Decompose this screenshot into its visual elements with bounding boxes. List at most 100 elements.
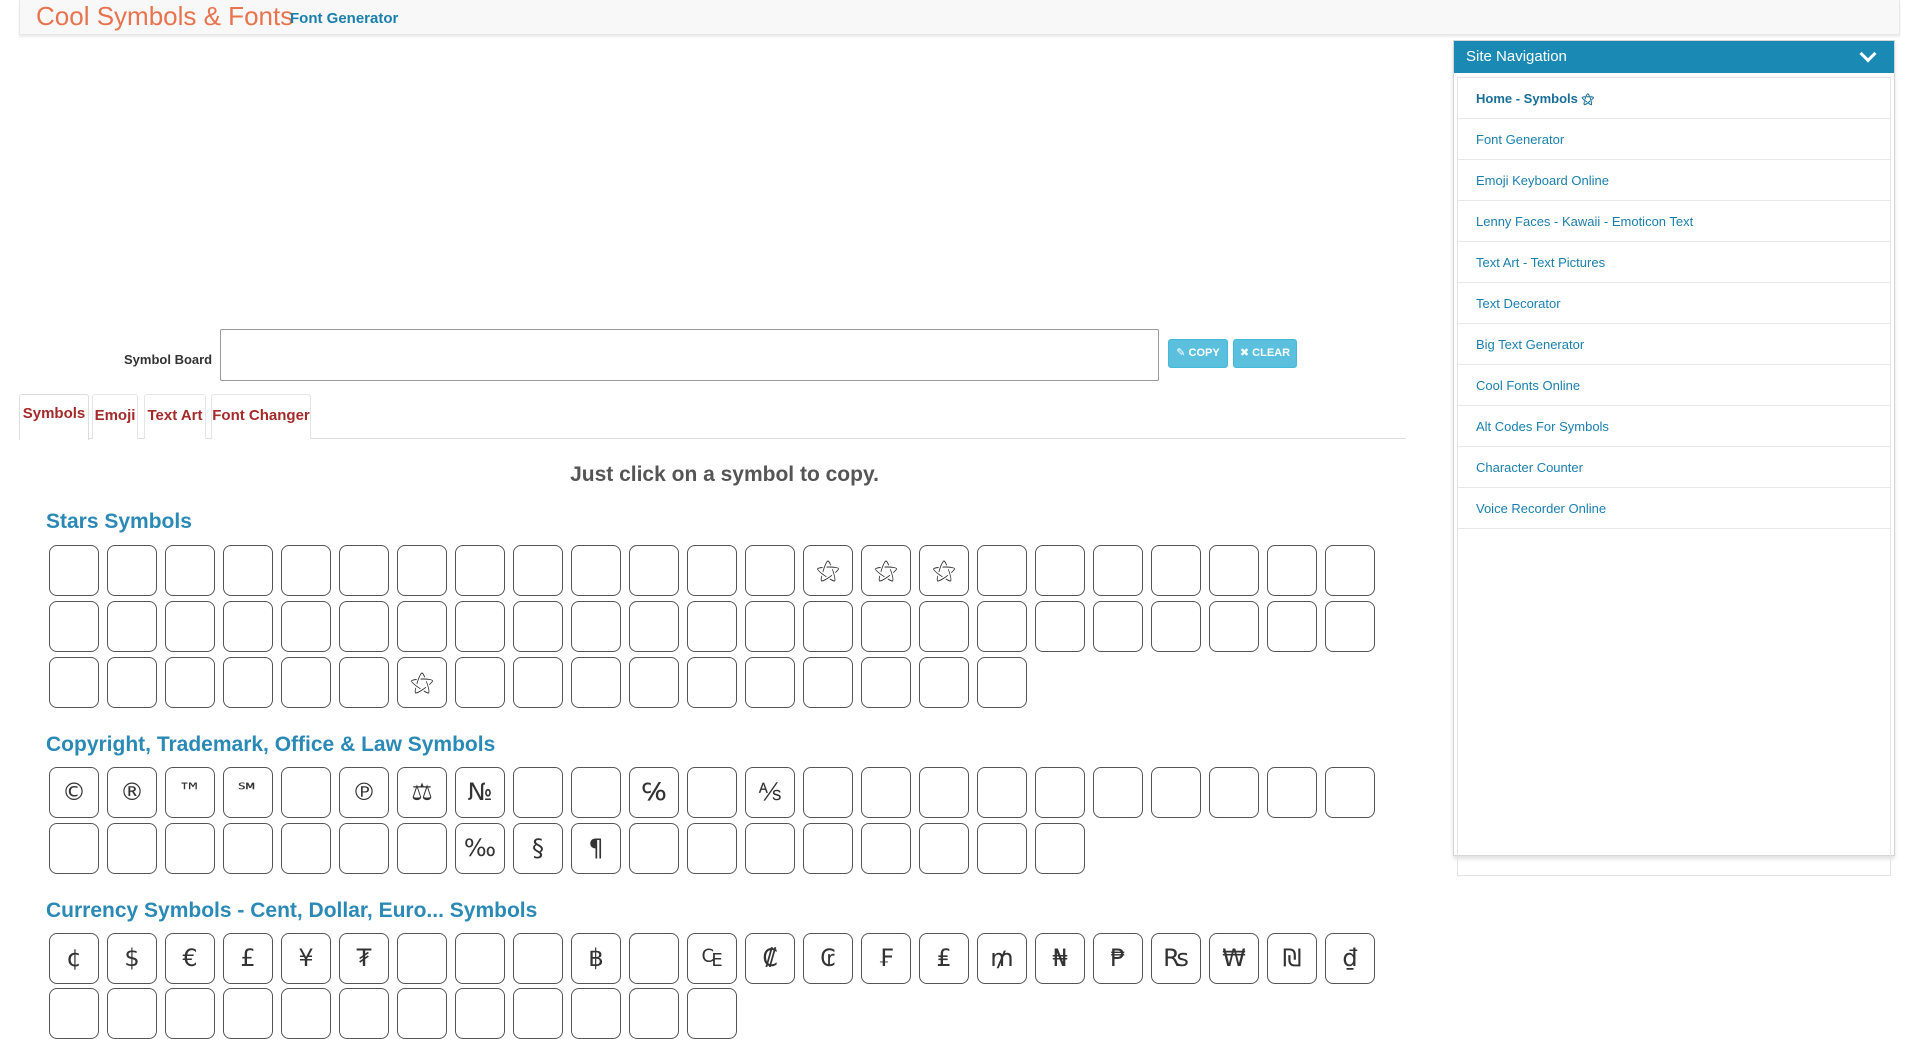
- tab-emoji[interactable]: Emoji: [92, 394, 138, 439]
- symbol-button[interactable]: §: [513, 823, 563, 874]
- symbol-button[interactable]: [571, 988, 621, 1039]
- symbol-button[interactable]: [513, 988, 563, 1039]
- symbol-button[interactable]: [687, 823, 737, 874]
- tab-text-art[interactable]: Text Art: [144, 394, 206, 439]
- clear-button[interactable]: ✖ CLEAR: [1233, 339, 1297, 368]
- symbol-button[interactable]: [1209, 545, 1259, 596]
- symbol-button[interactable]: [397, 988, 447, 1039]
- symbol-button[interactable]: ⅍: [745, 767, 795, 818]
- symbol-button[interactable]: ⚝: [803, 545, 853, 596]
- symbol-button[interactable]: [803, 601, 853, 652]
- symbol-button[interactable]: [977, 657, 1027, 708]
- symbol-button[interactable]: [107, 823, 157, 874]
- symbol-button[interactable]: ℗: [339, 767, 389, 818]
- symbol-button[interactable]: ⚝: [397, 657, 447, 708]
- symbol-button[interactable]: [397, 601, 447, 652]
- symbol-button[interactable]: [49, 657, 99, 708]
- symbol-button[interactable]: [339, 545, 389, 596]
- symbol-button[interactable]: ™: [165, 767, 215, 818]
- symbol-button[interactable]: [455, 988, 505, 1039]
- symbol-button[interactable]: ฿: [571, 933, 621, 984]
- symbol-button[interactable]: [223, 657, 273, 708]
- symbol-button[interactable]: [49, 988, 99, 1039]
- symbol-button[interactable]: ₣: [861, 933, 911, 984]
- symbol-button[interactable]: ¶: [571, 823, 621, 874]
- symbol-button[interactable]: [1035, 767, 1085, 818]
- symbol-button[interactable]: [455, 657, 505, 708]
- symbol-button[interactable]: [571, 767, 621, 818]
- symbol-button[interactable]: ‰: [455, 823, 505, 874]
- symbol-button[interactable]: [1151, 601, 1201, 652]
- symbol-button[interactable]: [1325, 767, 1375, 818]
- symbol-button[interactable]: [107, 988, 157, 1039]
- symbol-button[interactable]: [919, 601, 969, 652]
- symbol-button[interactable]: [455, 601, 505, 652]
- symbol-button[interactable]: ₦: [1035, 933, 1085, 984]
- symbol-button[interactable]: [1209, 767, 1259, 818]
- symbol-button[interactable]: [745, 601, 795, 652]
- symbol-button[interactable]: [629, 545, 679, 596]
- symbol-button[interactable]: [513, 933, 563, 984]
- symbol-button[interactable]: [281, 545, 331, 596]
- symbol-button[interactable]: [629, 823, 679, 874]
- nav-item-alt-codes[interactable]: Alt Codes For Symbols: [1458, 406, 1890, 447]
- tab-font-changer[interactable]: Font Changer: [211, 394, 311, 439]
- symbol-button[interactable]: ℅: [629, 767, 679, 818]
- symbol-button[interactable]: €: [165, 933, 215, 984]
- symbol-board-input[interactable]: [220, 329, 1159, 381]
- symbol-button[interactable]: [977, 823, 1027, 874]
- symbol-button[interactable]: ₥: [977, 933, 1027, 984]
- symbol-button[interactable]: [165, 601, 215, 652]
- symbol-button[interactable]: [281, 657, 331, 708]
- nav-item-text-decorator[interactable]: Text Decorator: [1458, 283, 1890, 324]
- symbol-button[interactable]: [165, 823, 215, 874]
- chevron-down-icon[interactable]: [1859, 45, 1877, 63]
- symbol-button[interactable]: ®: [107, 767, 157, 818]
- symbol-button[interactable]: [571, 601, 621, 652]
- symbol-button[interactable]: [49, 601, 99, 652]
- symbol-button[interactable]: [861, 657, 911, 708]
- symbol-button[interactable]: [1267, 601, 1317, 652]
- symbol-button[interactable]: [803, 767, 853, 818]
- symbol-button[interactable]: [919, 767, 969, 818]
- symbol-button[interactable]: [687, 988, 737, 1039]
- symbol-button[interactable]: [977, 601, 1027, 652]
- symbol-button[interactable]: [687, 767, 737, 818]
- symbol-button[interactable]: £: [223, 933, 273, 984]
- symbol-button[interactable]: ℠: [223, 767, 273, 818]
- symbol-button[interactable]: [107, 601, 157, 652]
- symbol-button[interactable]: ©: [49, 767, 99, 818]
- brand-link[interactable]: Cool Symbols & Fonts: [36, 1, 293, 32]
- symbol-button[interactable]: ₡: [745, 933, 795, 984]
- symbol-button[interactable]: [339, 601, 389, 652]
- symbol-button[interactable]: [223, 545, 273, 596]
- symbol-button[interactable]: [687, 545, 737, 596]
- symbol-button[interactable]: ₫: [1325, 933, 1375, 984]
- nav-item-cool-fonts-online[interactable]: Cool Fonts Online: [1458, 365, 1890, 406]
- symbol-button[interactable]: [745, 823, 795, 874]
- symbol-button[interactable]: [455, 545, 505, 596]
- symbol-button[interactable]: ⚝: [861, 545, 911, 596]
- symbol-button[interactable]: [803, 823, 853, 874]
- symbol-button[interactable]: [1151, 545, 1201, 596]
- nav-item-home-symbols[interactable]: Home - Symbols ⚝: [1458, 78, 1890, 119]
- symbol-button[interactable]: [745, 657, 795, 708]
- symbol-button[interactable]: ⚝: [919, 545, 969, 596]
- symbol-button[interactable]: [339, 823, 389, 874]
- symbol-button[interactable]: [397, 933, 447, 984]
- symbol-button[interactable]: [571, 657, 621, 708]
- nav-item-text-art[interactable]: Text Art - Text Pictures: [1458, 242, 1890, 283]
- symbol-button[interactable]: [49, 545, 99, 596]
- symbol-button[interactable]: [977, 545, 1027, 596]
- nav-item-voice-recorder[interactable]: Voice Recorder Online: [1458, 488, 1890, 529]
- site-navigation-header[interactable]: Site Navigation: [1454, 41, 1894, 73]
- symbol-button[interactable]: [1325, 601, 1375, 652]
- symbol-button[interactable]: [339, 657, 389, 708]
- symbol-button[interactable]: [861, 767, 911, 818]
- symbol-button[interactable]: [1151, 767, 1201, 818]
- symbol-button[interactable]: [745, 545, 795, 596]
- symbol-button[interactable]: $: [107, 933, 157, 984]
- symbol-button[interactable]: [629, 988, 679, 1039]
- symbol-button[interactable]: [397, 823, 447, 874]
- symbol-button[interactable]: [687, 657, 737, 708]
